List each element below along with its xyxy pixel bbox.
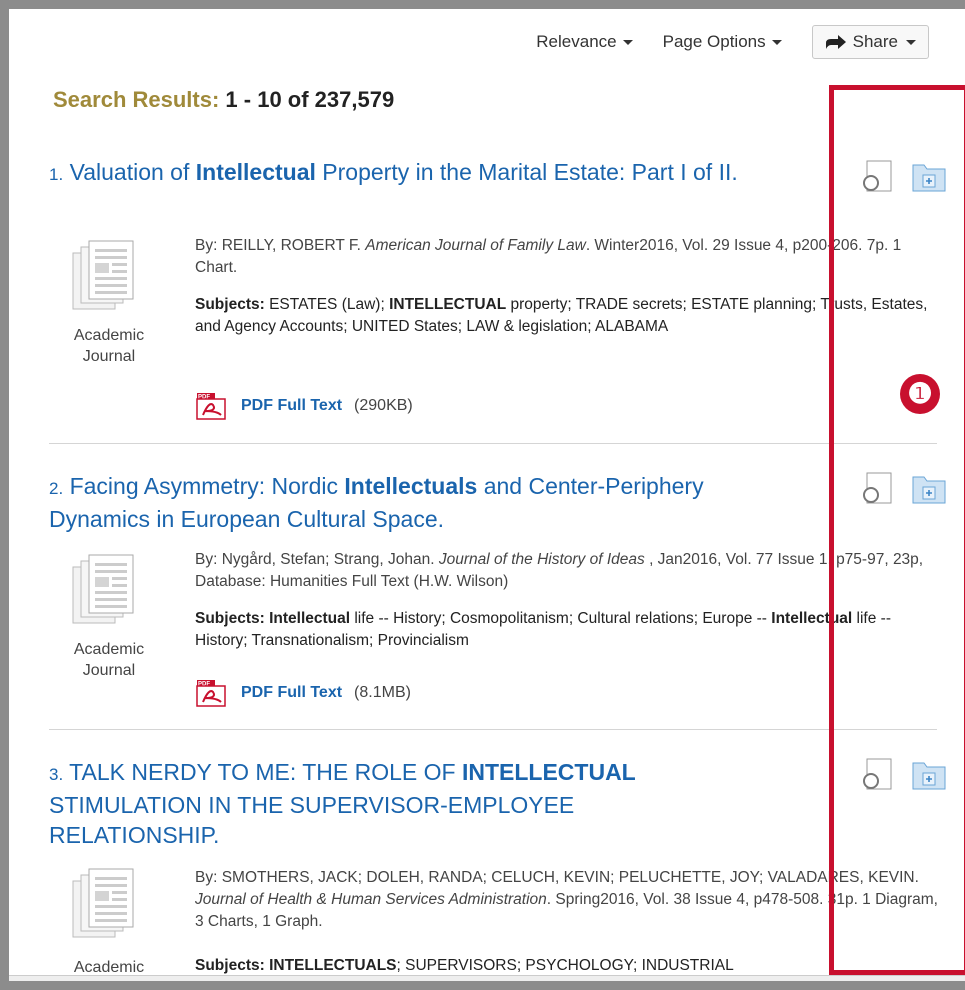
academic-journal-icon[interactable] xyxy=(71,867,137,947)
pdf-full-text-link[interactable]: PDF PDF Full Text (290KB) xyxy=(195,391,413,421)
result-subjects: Subjects: ESTATES (Law); INTELLECTUAL pr… xyxy=(195,294,935,338)
subject-highlight: INTELLECTUALS xyxy=(269,957,397,974)
title-highlight[interactable]: INTELLECTUAL xyxy=(462,759,636,785)
title-text[interactable]: Facing Asymmetry: Nordic xyxy=(70,473,345,499)
result-number: 3. xyxy=(49,765,64,784)
result-divider xyxy=(49,443,937,444)
page-options-label: Page Options xyxy=(662,32,766,51)
title-text[interactable]: Property in the Marital Estate: Part I o… xyxy=(316,159,737,185)
pdf-size: (290KB) xyxy=(354,397,413,414)
annotation-marker: ❶ xyxy=(900,374,940,414)
share-label: Share xyxy=(852,32,898,51)
relevance-sort-dropdown[interactable]: Relevance xyxy=(536,32,633,52)
title-highlight[interactable]: Intellectual xyxy=(196,159,316,185)
type-line: Journal xyxy=(82,348,136,365)
publication-type-label: Academic Journal xyxy=(49,325,169,367)
subject-text: ESTATES (Law); xyxy=(264,296,390,313)
result-subjects: Subjects: Intellectual life -- History; … xyxy=(195,608,935,652)
source-title: Journal of the History of Ideas xyxy=(438,551,645,568)
subject-highlight: INTELLECTUAL xyxy=(389,296,507,313)
subjects-label: Subjects: xyxy=(195,296,265,313)
pdf-full-text-link[interactable]: PDF PDF Full Text (8.1MB) xyxy=(195,678,411,708)
subject-text: life -- History; Cosmopolitanism; Cultur… xyxy=(350,610,772,627)
search-results-label: Search Results: xyxy=(53,87,220,112)
title-text[interactable]: Valuation of xyxy=(70,159,196,185)
authors: By: Nygård, Stefan; Strang, Johan. xyxy=(195,551,439,568)
result-number: 2. xyxy=(49,479,64,498)
subject-text: ; SUPERVISORS; PSYCHOLOGY; INDUSTRIAL xyxy=(396,957,734,974)
subjects-label: Subjects: xyxy=(195,610,265,627)
authors: By: REILLY, ROBERT F. xyxy=(195,237,366,254)
search-results-heading: Search Results: 1 - 10 of 237,579 xyxy=(53,87,394,113)
source-title: Journal of Health & Human Services Admin… xyxy=(195,891,547,908)
relevance-label: Relevance xyxy=(536,32,617,51)
title-text[interactable]: STIMULATION IN THE SUPERVISOR-EMPLOYEE R… xyxy=(49,792,574,848)
type-line: Academic xyxy=(73,327,145,344)
type-line: Academic xyxy=(73,641,145,658)
subject-highlight: Intellectual xyxy=(269,610,351,627)
result-item: 2. Facing Asymmetry: Nordic Intellectual… xyxy=(49,471,945,707)
result-item: 3. TALK NERDY TO ME: THE ROLE OF INTELLE… xyxy=(49,757,945,976)
results-range: 1 - 10 of 237,579 xyxy=(225,87,395,112)
caret-down-icon xyxy=(771,39,782,45)
result-title[interactable]: 2. Facing Asymmetry: Nordic Intellectual… xyxy=(49,471,809,534)
result-number: 1. xyxy=(49,165,64,184)
publication-type-label: Academic Journal xyxy=(49,639,169,681)
results-page: Relevance Page Options Share Search Resu… xyxy=(9,9,965,981)
share-arrow-icon xyxy=(825,35,846,49)
annotation-highlight-box xyxy=(829,85,965,975)
pdf-link-label[interactable]: PDF Full Text xyxy=(241,684,342,702)
source-title: American Journal of Family Law xyxy=(365,237,586,254)
pdf-link-label[interactable]: PDF Full Text xyxy=(241,397,342,415)
result-subjects: Subjects: INTELLECTUALS; SUPERVISORS; PS… xyxy=(195,955,935,977)
result-item: 1. Valuation of Intellectual Property in… xyxy=(49,157,945,420)
title-highlight[interactable]: Intellectuals xyxy=(344,473,477,499)
pdf-icon: PDF xyxy=(196,393,226,420)
caret-down-icon xyxy=(622,39,633,45)
academic-journal-icon[interactable] xyxy=(71,239,137,319)
result-title[interactable]: 3. TALK NERDY TO ME: THE ROLE OF INTELLE… xyxy=(49,757,749,850)
screenshot-frame: Relevance Page Options Share Search Resu… xyxy=(0,0,965,990)
pdf-size: (8.1MB) xyxy=(354,684,411,701)
authors: By: SMOTHERS, JACK; DOLEH, RANDA; CELUCH… xyxy=(195,869,919,886)
page-options-dropdown[interactable]: Page Options xyxy=(663,32,782,52)
result-divider xyxy=(49,729,937,730)
caret-down-icon xyxy=(906,39,916,45)
subjects-label: Subjects: xyxy=(195,957,265,974)
title-text[interactable]: TALK NERDY TO ME: THE ROLE OF xyxy=(69,759,462,785)
result-title[interactable]: 1. Valuation of Intellectual Property in… xyxy=(49,157,809,190)
bottom-edge xyxy=(9,975,965,981)
pdf-icon: PDF xyxy=(196,680,226,707)
results-toolbar: Relevance Page Options Share xyxy=(536,25,929,59)
type-line: Journal xyxy=(82,662,136,679)
academic-journal-icon[interactable] xyxy=(71,553,137,633)
share-button[interactable]: Share xyxy=(811,25,929,59)
